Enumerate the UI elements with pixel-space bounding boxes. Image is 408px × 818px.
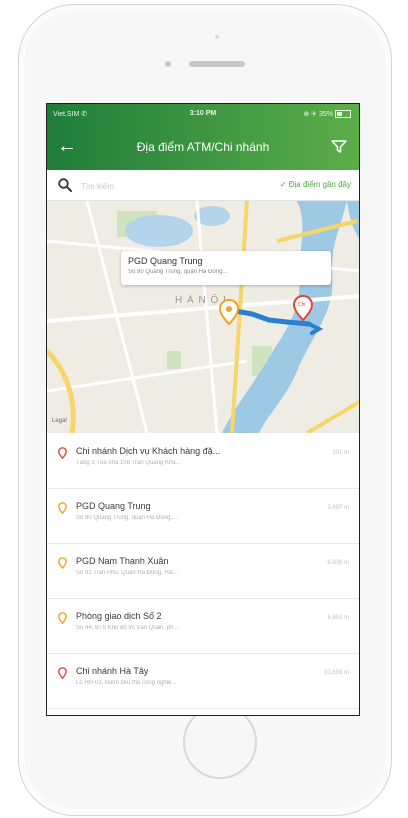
list-item[interactable]: Phòng giao dịch Số 2 Số 44, BT8 Khu đô t… <box>47 599 359 654</box>
front-sensor <box>215 35 219 39</box>
list-item[interactable]: Chi nhánh Hà Tây Lô HH-03, Điểm tiểu thủ… <box>47 654 359 709</box>
location-pin-icon <box>58 502 67 514</box>
home-button[interactable] <box>183 705 257 779</box>
battery-label: ⊕ ✈ 35% <box>303 111 333 118</box>
map-marker-label: Chi <box>298 302 306 308</box>
location-name: Chi nhánh Dịch vụ Khách hàng đặ... <box>76 446 221 456</box>
map-marker-destination-icon[interactable] <box>293 295 313 321</box>
map-callout[interactable]: PGD Quang Trung Số 80 Quang Trung, quận … <box>121 251 331 285</box>
map-marker-origin-icon[interactable] <box>219 299 239 325</box>
location-address: Tầng 3 Tòa nhà 108 Trần Quang Khả... <box>76 460 181 466</box>
location-pin-icon <box>58 557 67 569</box>
location-list: Chi nhánh Dịch vụ Khách hàng đặ... Tầng … <box>47 434 359 709</box>
location-distance: 2,497 m <box>327 505 349 511</box>
location-distance: 10,699 m <box>323 670 349 676</box>
location-distance: 8,936 m <box>327 560 349 566</box>
filter-icon[interactable] <box>329 136 349 156</box>
search-icon <box>58 178 72 192</box>
list-item[interactable]: PGD Quang Trung Số 80 Quang Trung, quận … <box>47 489 359 544</box>
status-right: ⊕ ✈ 35% <box>303 110 351 119</box>
location-distance: 101 m <box>332 450 349 456</box>
location-pin-icon <box>58 447 67 459</box>
front-camera <box>165 61 171 67</box>
location-address: Số 44, BT8 Khu đô thị Văn Quán, ph... <box>76 625 179 631</box>
callout-address: Số 80 Quang Trung, quận Hà Đông... <box>128 269 228 275</box>
callout-title: PGD Quang Trung <box>128 256 203 266</box>
map-legal-label[interactable]: Legal <box>52 418 67 424</box>
page-title: Địa điểm ATM/Chi nhánh <box>136 140 270 154</box>
search-bar: ✓ Địa điểm gần đây <box>47 170 359 201</box>
location-name: PGD Nam Thanh Xuân <box>76 556 169 566</box>
earpiece-speaker <box>189 61 245 67</box>
location-address: Số 91 Trần Phú, Quận Hà Đông, Hà... <box>76 570 178 576</box>
nearby-locations-toggle[interactable]: ✓ Địa điểm gần đây <box>280 180 351 189</box>
status-bar: Viet.SIM ✆ 3:10 PM ⊕ ✈ 35% <box>47 110 359 122</box>
app-screen: Viet.SIM ✆ 3:10 PM ⊕ ✈ 35% ← Địa điểm AT… <box>46 103 360 716</box>
location-pin-icon <box>58 667 67 679</box>
map-view[interactable]: H À N Ộ I Chi PGD Quang Trung Số 80 Quan… <box>47 201 359 433</box>
location-address: Số 80 Quang Trung, quận Hà Đông,... <box>76 515 178 521</box>
search-input[interactable] <box>79 176 193 196</box>
location-name: Chi nhánh Hà Tây <box>76 666 149 676</box>
list-item[interactable]: PGD Nam Thanh Xuân Số 91 Trần Phú, Quận … <box>47 544 359 599</box>
list-item[interactable]: Chi nhánh Dịch vụ Khách hàng đặ... Tầng … <box>47 434 359 489</box>
location-distance: 8,892 m <box>327 615 349 621</box>
location-name: PGD Quang Trung <box>76 501 151 511</box>
app-header: Viet.SIM ✆ 3:10 PM ⊕ ✈ 35% ← Địa điểm AT… <box>47 104 359 170</box>
location-address: Lô HH-03, Điểm tiểu thủ công nghiệ... <box>76 680 177 686</box>
location-pin-icon <box>58 612 67 624</box>
battery-icon <box>335 110 351 119</box>
location-name: Phòng giao dịch Số 2 <box>76 611 162 621</box>
